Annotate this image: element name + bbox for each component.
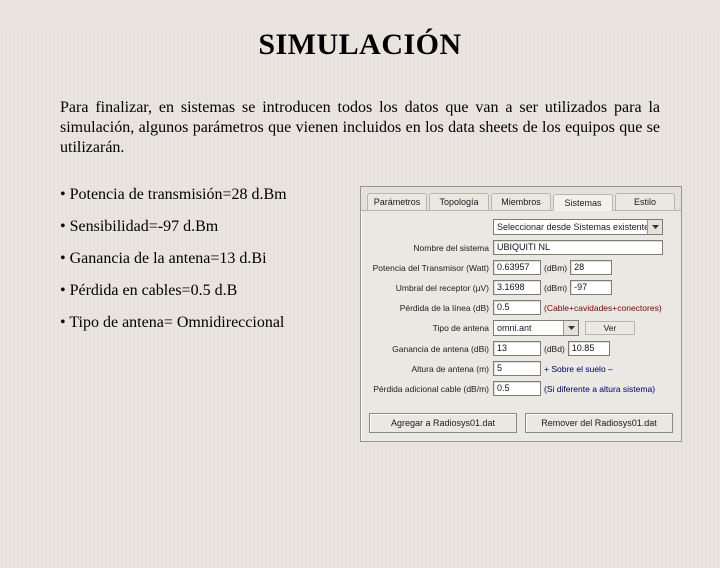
systems-form: Seleccionar desde Sistemas existentes No…: [361, 211, 681, 407]
rx-dbm-input[interactable]: -97: [570, 280, 612, 295]
page-title: SIMULACIÓN: [0, 28, 720, 62]
systems-dialog: Parámetros Topología Miembros Sistemas E…: [360, 186, 682, 442]
height-note: + Sobre el suelo –: [541, 364, 616, 374]
gain-unit-label: (dBd): [541, 344, 568, 354]
rx-threshold-input[interactable]: 3.1698: [493, 280, 541, 295]
system-select-value: Seleccionar desde Sistemas existentes: [494, 222, 647, 232]
tab-estilo[interactable]: Estilo: [615, 193, 675, 210]
list-item: • Ganancia de la antena=13 d.Bi: [60, 250, 360, 268]
add-button[interactable]: Agregar a Radiosys01.dat: [369, 413, 517, 433]
antenna-type-value: omni.ant: [494, 323, 563, 333]
list-item: • Potencia de transmisión=28 d.Bm: [60, 186, 360, 204]
antenna-gain-label: Ganancia de antena (dBi): [369, 344, 493, 354]
tab-bar: Parámetros Topología Miembros Sistemas E…: [361, 187, 681, 211]
gain-dbd-input[interactable]: 10.85: [568, 341, 610, 356]
tx-power-input[interactable]: 0.63957: [493, 260, 541, 275]
line-loss-label: Pérdida de la línea (dB): [369, 303, 493, 313]
tab-parametros[interactable]: Parámetros: [367, 193, 427, 210]
system-select[interactable]: Seleccionar desde Sistemas existentes: [493, 219, 663, 235]
list-item: • Sensibilidad=-97 d.Bm: [60, 218, 360, 236]
rx-threshold-label: Umbral del receptor (µV): [369, 283, 493, 293]
tab-miembros[interactable]: Miembros: [491, 193, 551, 210]
list-item: • Pérdida en cables=0.5 d.B: [60, 282, 360, 300]
antenna-view-button[interactable]: Ver: [585, 321, 635, 335]
tx-power-label: Potencia del Transmisor (Watt): [369, 263, 493, 273]
tab-topologia[interactable]: Topología: [429, 193, 489, 210]
tab-sistemas[interactable]: Sistemas: [553, 194, 613, 211]
antenna-height-label: Altura de antena (m): [369, 364, 493, 374]
name-label: Nombre del sistema: [369, 243, 493, 253]
intro-paragraph: Para finalizar, en sistemas se introduce…: [60, 98, 660, 158]
antenna-height-input[interactable]: 5: [493, 361, 541, 376]
line-loss-input[interactable]: 0.5: [493, 300, 541, 315]
add-loss-input[interactable]: 0.5: [493, 381, 541, 396]
system-select-label: [369, 222, 493, 232]
add-loss-label: Pérdida adicional cable (dB/m): [369, 384, 493, 394]
tx-unit-label: (dBm): [541, 263, 570, 273]
bullet-list: • Potencia de transmisión=28 d.Bm • Sens…: [60, 186, 360, 346]
tx-dbm-input[interactable]: 28: [570, 260, 612, 275]
chevron-down-icon: [647, 220, 662, 234]
antenna-type-select[interactable]: omni.ant: [493, 320, 579, 336]
cable-note: (Cable+cavidades+conectores): [541, 303, 665, 313]
name-input[interactable]: UBIQUITI NL: [493, 240, 663, 255]
antenna-type-label: Tipo de antena: [369, 323, 493, 333]
antenna-gain-input[interactable]: 13: [493, 341, 541, 356]
rx-unit-label: (dBm): [541, 283, 570, 293]
add-loss-note: (Si diferente a altura sistema): [541, 384, 658, 394]
chevron-down-icon: [563, 321, 578, 335]
list-item: • Tipo de antena= Omnidireccional: [60, 314, 360, 332]
remove-button[interactable]: Remover del Radiosys01.dat: [525, 413, 673, 433]
